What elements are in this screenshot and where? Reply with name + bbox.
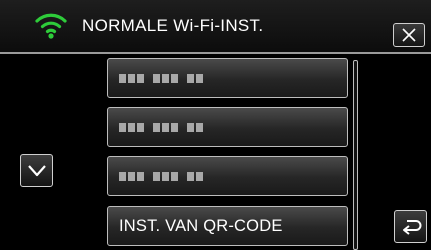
- network-item[interactable]: [107, 107, 348, 147]
- network-item[interactable]: [107, 58, 348, 98]
- masked-network-name: [119, 74, 203, 83]
- masked-network-name: [119, 172, 203, 181]
- header-divider: [0, 52, 431, 54]
- chevron-down-icon: [27, 164, 46, 176]
- qr-code-setup-label: INST. VAN QR-CODE: [119, 217, 283, 235]
- title-bar: NORMALE Wi-Fi-INST.: [0, 0, 431, 52]
- scroll-down-button[interactable]: [20, 154, 53, 187]
- masked-network-name: [119, 123, 203, 132]
- scrollbar[interactable]: [353, 60, 358, 250]
- close-icon: [402, 28, 416, 42]
- page-title: NORMALE Wi-Fi-INST.: [82, 16, 264, 35]
- qr-code-setup-button[interactable]: INST. VAN QR-CODE: [107, 206, 348, 246]
- wifi-icon: [35, 13, 67, 39]
- back-arrow-icon: [402, 219, 421, 235]
- back-button[interactable]: [394, 210, 427, 243]
- network-item[interactable]: [107, 156, 348, 196]
- close-button[interactable]: [393, 23, 425, 47]
